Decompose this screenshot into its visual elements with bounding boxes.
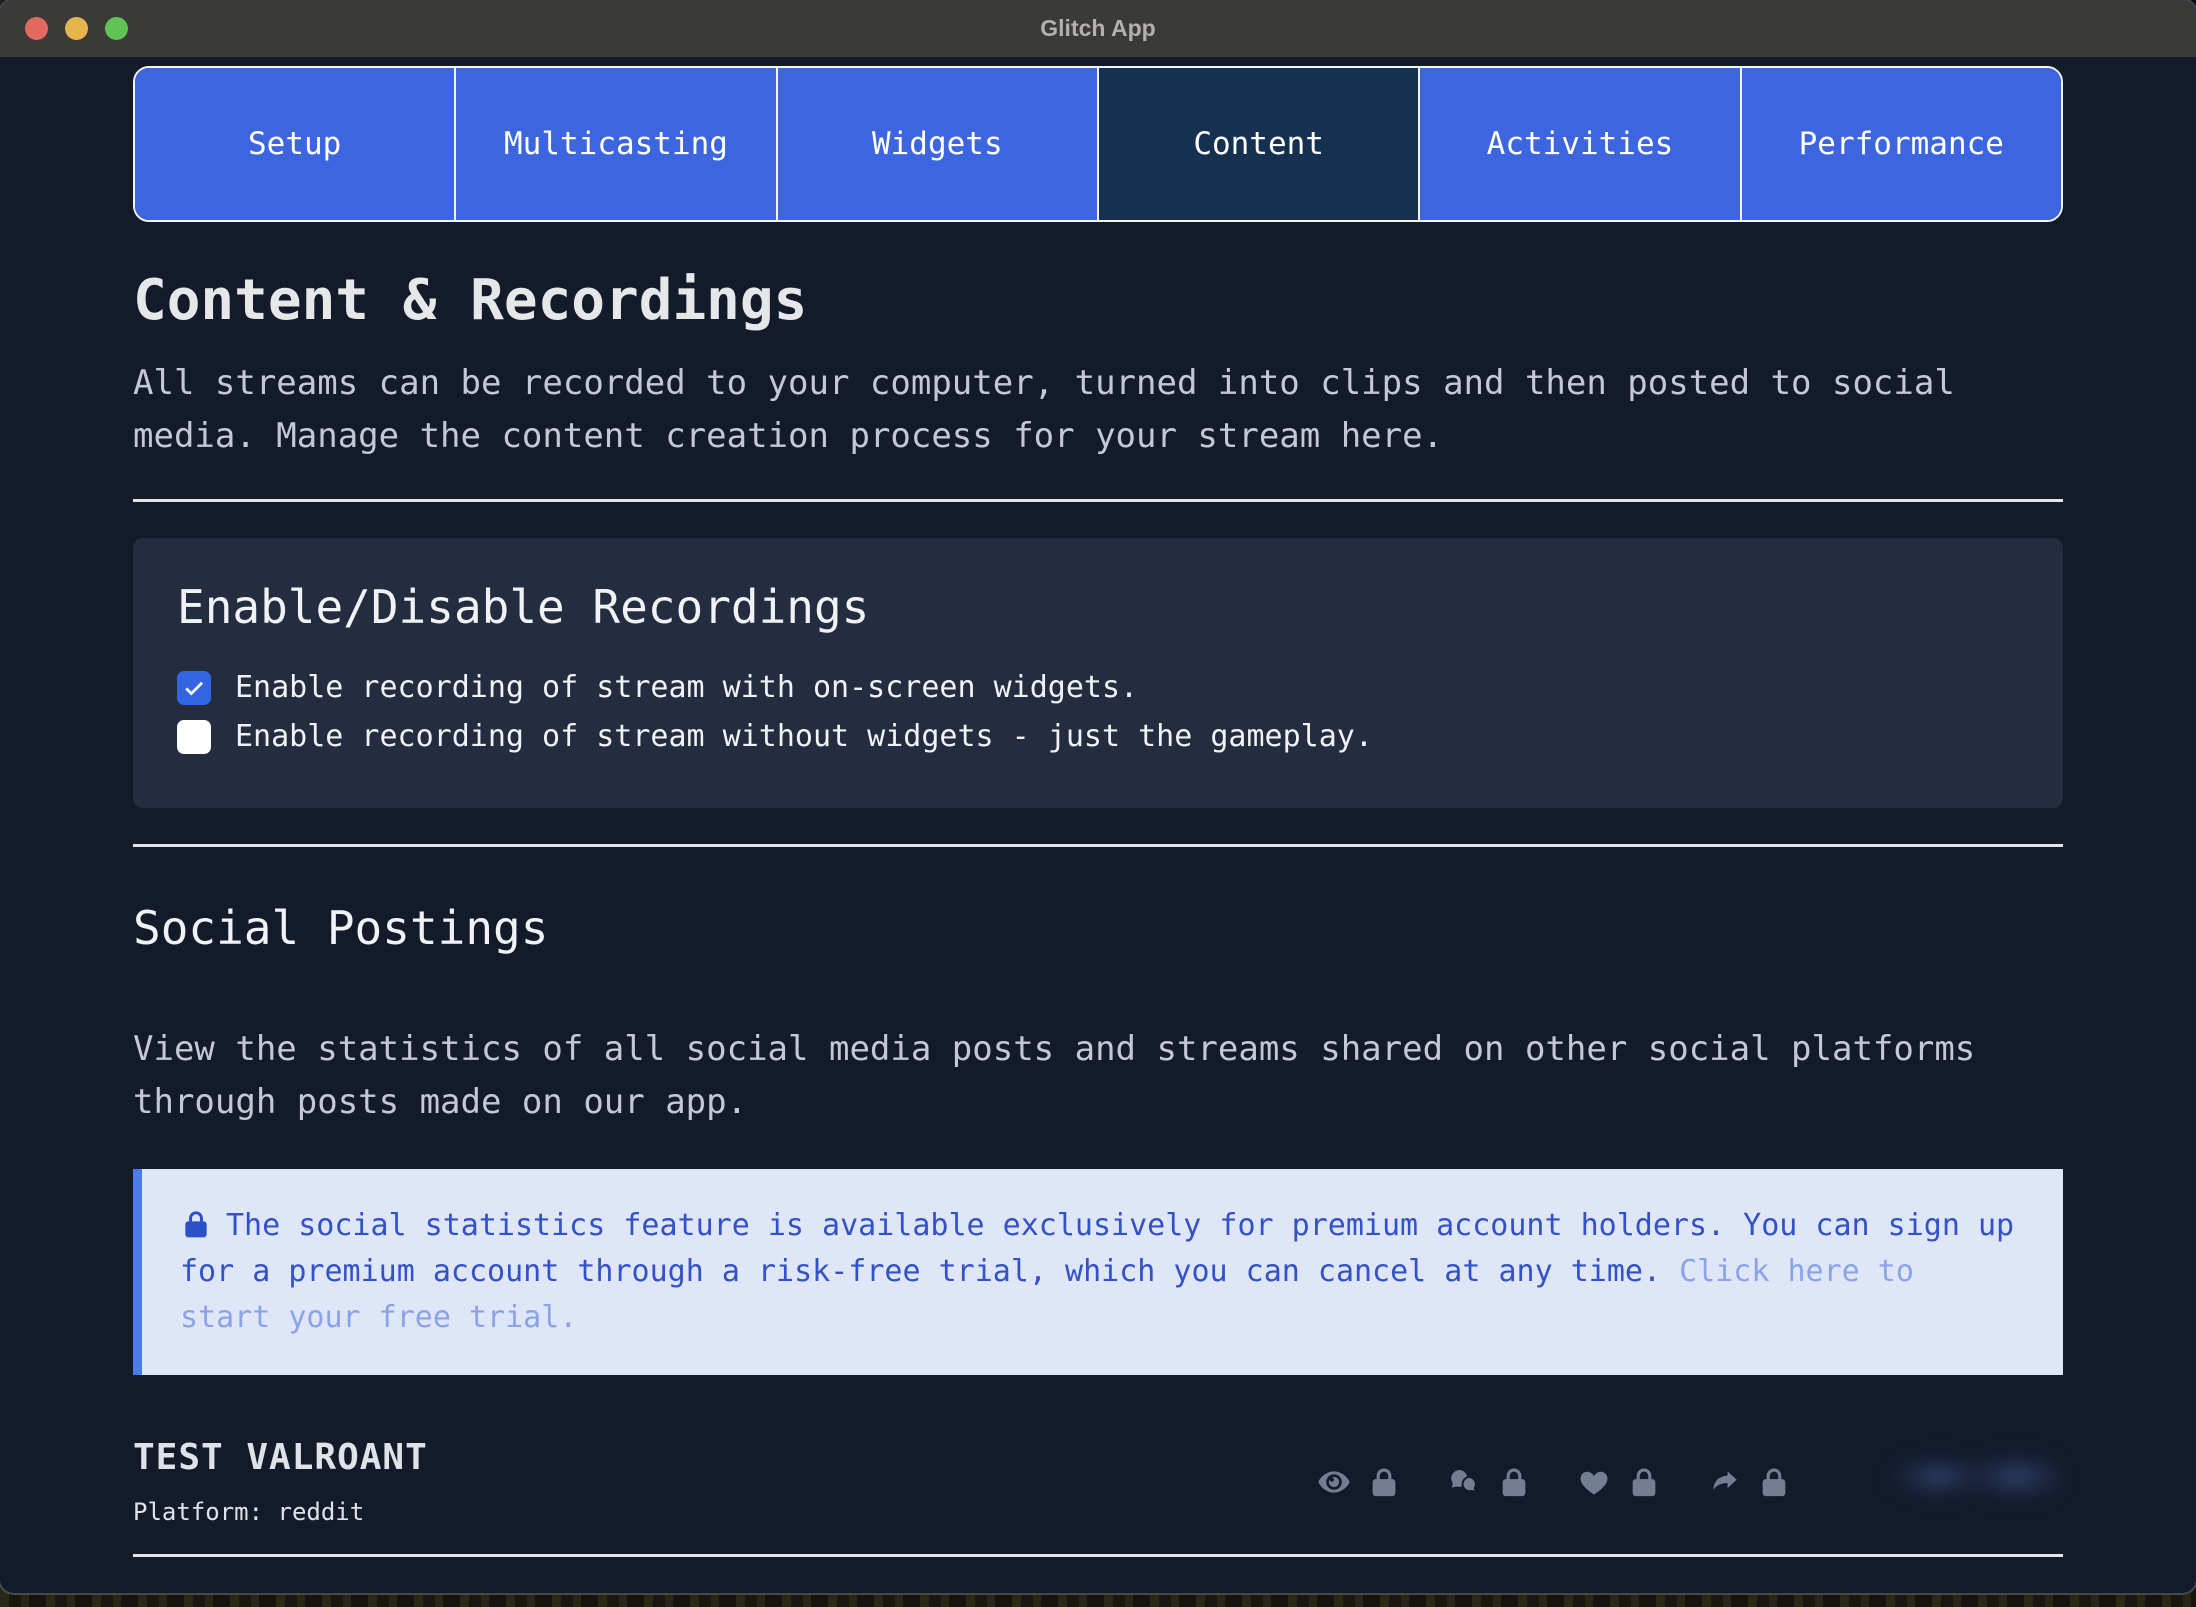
- tab-multicasting[interactable]: Multicasting: [456, 68, 778, 220]
- lock-icon: [1367, 1465, 1401, 1499]
- recording-options: Enable recording of stream with on-scree…: [177, 670, 2019, 754]
- lock-icon: [180, 1208, 226, 1243]
- premium-notice-text: The social statistics feature is availab…: [180, 1203, 2018, 1341]
- social-postings-description: View the statistics of all social media …: [133, 1029, 1976, 1122]
- recordings-panel-title: Enable/Disable Recordings: [177, 580, 870, 634]
- post-stats: [1317, 1448, 2063, 1515]
- recording-option: Enable recording of stream with on-scree…: [177, 670, 2019, 705]
- traffic-lights: [25, 0, 128, 57]
- checkbox-checked[interactable]: [177, 670, 211, 705]
- tab-activities[interactable]: Activities: [1420, 68, 1742, 220]
- checkbox-label: Enable recording of stream without widge…: [235, 719, 1373, 754]
- stat-group: [1447, 1465, 1531, 1499]
- post-platform: Platform: reddit: [133, 1498, 365, 1526]
- lock-icon: [1627, 1465, 1661, 1499]
- main-content: Setup Multicasting Widgets Content Activitie…: [0, 66, 2196, 1557]
- stat-group: [1317, 1465, 1401, 1499]
- lock-icon: [1497, 1465, 1531, 1499]
- premium-notice-banner: The social statistics feature is availab…: [133, 1169, 2063, 1375]
- window-title: Glitch App: [1040, 15, 1156, 41]
- minimize-window-button[interactable]: [65, 17, 88, 40]
- checkbox-label: Enable recording of stream with on-scree…: [235, 670, 1139, 705]
- heart-icon: [1577, 1465, 1611, 1499]
- app-window: Glitch App Setup Multicasting Widgets Conte…: [0, 0, 2196, 1593]
- redacted-stat-blur: [1885, 1448, 2063, 1515]
- stat-group: [1707, 1465, 1791, 1499]
- post-info: TEST VALROANT Platform: reddit: [133, 1437, 428, 1526]
- comments-icon: [1447, 1465, 1481, 1499]
- tab-setup[interactable]: Setup: [135, 68, 457, 220]
- tab-widgets[interactable]: Widgets: [777, 68, 1099, 220]
- lock-icon: [1757, 1465, 1791, 1499]
- close-window-button[interactable]: [25, 17, 48, 40]
- share-icon: [1707, 1465, 1741, 1499]
- tab-bar: Setup Multicasting Widgets Content Activitie…: [133, 66, 2063, 222]
- post-title: TEST VALROANT: [133, 1437, 428, 1478]
- social-post-row: TEST VALROANT Platform: reddit: [133, 1437, 2063, 1526]
- zoom-window-button[interactable]: [105, 17, 128, 40]
- recordings-panel: Enable/Disable Recordings Enable recordi…: [133, 538, 2063, 808]
- stat-group: [1577, 1465, 1661, 1499]
- section-divider: [133, 1554, 2063, 1557]
- section-divider: [133, 844, 2063, 847]
- titlebar: Glitch App: [0, 0, 2196, 57]
- page-title: Content & Recordings: [133, 268, 808, 333]
- tab-performance[interactable]: Performance: [1741, 68, 2061, 220]
- tab-content[interactable]: Content: [1098, 68, 1421, 220]
- page-intro: All streams can be recorded to your comp…: [133, 363, 1955, 456]
- social-postings-title: Social Postings: [133, 901, 549, 955]
- checkbox-unchecked[interactable]: [177, 719, 211, 754]
- eye-icon: [1317, 1465, 1351, 1499]
- recording-option: Enable recording of stream without widge…: [177, 719, 2019, 754]
- section-divider: [133, 499, 2063, 502]
- stat-icons: [1317, 1465, 1791, 1499]
